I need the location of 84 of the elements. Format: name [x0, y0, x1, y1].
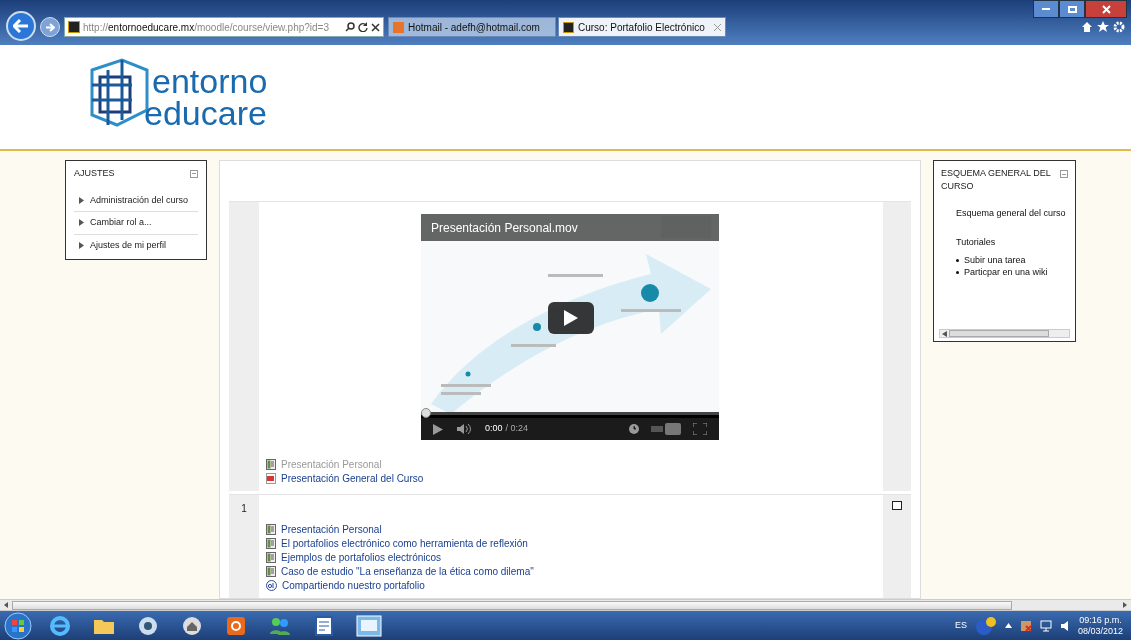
activity-link[interactable]: Compartiendo nuestro portafolio: [259, 578, 883, 592]
settings-item[interactable]: Ajustes de mi perfil: [74, 234, 198, 256]
site-logo[interactable]: entorno educare: [82, 54, 268, 140]
collapse-icon[interactable]: [1060, 170, 1068, 178]
scroll-left-icon[interactable]: [942, 330, 947, 337]
logo-text: entorno: [151, 64, 268, 97]
activity-link[interactable]: Presentación Personal: [259, 522, 883, 536]
logo-text: educare: [144, 97, 268, 130]
expand-icon[interactable]: [1004, 623, 1012, 628]
arrow-right-icon: [45, 22, 55, 32]
scroll-right-icon[interactable]: [1122, 602, 1128, 608]
outline-heading: Tutoriales: [955, 235, 997, 249]
clock[interactable]: 09:16 p.m. 08/03/2012: [1077, 614, 1123, 637]
page-icon: [266, 565, 276, 577]
expand-arrow-icon: [79, 219, 84, 227]
search-icon: [345, 22, 355, 32]
tab-icon: [393, 21, 404, 33]
settings-icon[interactable]: [1113, 21, 1125, 33]
close-icon: [1101, 4, 1111, 14]
refresh-icon: [358, 22, 368, 32]
play-button[interactable]: [548, 302, 594, 334]
address-bar[interactable]: http://entornoeducare.mx/moodle/course/view.php?id=3: [64, 17, 384, 37]
time-display: 0:00 / 0:24: [485, 422, 529, 436]
tab-icon: [563, 21, 574, 33]
outline-text[interactable]: Esquema general del curso: [934, 207, 1075, 221]
scroll-thumb[interactable]: [949, 330, 1049, 337]
presentation-icon[interactable]: [356, 613, 382, 638]
expand-arrow-icon: [79, 196, 84, 204]
url-text: http://entornoeducare.mx/moodle/course/view.php?id=3: [83, 20, 329, 35]
site-icon: [68, 21, 80, 33]
activity-link[interactable]: Ejemplos de portafolios electrónicos: [259, 550, 883, 564]
close-button[interactable]: [1085, 0, 1127, 18]
document-icon[interactable]: [312, 613, 336, 638]
speaker-icon[interactable]: [1059, 619, 1070, 632]
minimize-button[interactable]: [1033, 0, 1059, 18]
play-icon[interactable]: [433, 423, 443, 435]
activity-link[interactable]: El portafolios electrónico como herramienta de reflexión: [259, 536, 883, 550]
browser-tab[interactable]: Hotmail - adefh@hotmail.com: [388, 17, 556, 37]
play-icon: [564, 310, 578, 326]
activity-link[interactable]: Caso de estudio "La enseñanza de la ética como dilema": [259, 564, 883, 578]
volume-icon[interactable]: [457, 424, 471, 434]
forward-button[interactable]: [40, 17, 60, 37]
section-number: 1: [241, 502, 247, 516]
page-icon: [266, 537, 276, 549]
highlight-checkbox[interactable]: [892, 501, 902, 510]
time-text: 09:16 p.m.: [1079, 614, 1122, 626]
page-icon: [266, 551, 276, 563]
start-button[interactable]: [4, 611, 32, 640]
maximize-button[interactable]: [1059, 0, 1085, 18]
scroll-thumb[interactable]: [12, 600, 1012, 610]
close-icon[interactable]: [714, 23, 721, 31]
bullet-icon: [956, 270, 959, 274]
activity-link[interactable]: Presentación General del Curso: [259, 471, 883, 485]
outline-item[interactable]: Particpar en una wiki: [964, 266, 1048, 278]
browser-tab[interactable]: Curso: Portafolio Electrónico: [558, 17, 726, 37]
outline-item[interactable]: Subir una tarea: [964, 254, 1026, 266]
bullet-icon: [956, 258, 959, 262]
clock-icon[interactable]: [629, 424, 639, 434]
monitor-icon[interactable]: [1039, 619, 1052, 632]
expand-arrow-icon: [79, 241, 84, 249]
network-icon[interactable]: [1019, 619, 1032, 632]
video-logo-icon[interactable]: [651, 423, 681, 435]
fullscreen-icon[interactable]: [693, 423, 707, 435]
pdf-file-icon: [266, 472, 276, 484]
home-icon[interactable]: [1081, 21, 1093, 33]
settings-item[interactable]: Administración del curso: [74, 189, 198, 212]
collapse-icon[interactable]: [190, 169, 198, 178]
block-title: AJUSTES: [74, 167, 115, 180]
settings-item[interactable]: Cambiar rol a...: [74, 212, 198, 235]
wiki-icon: [266, 579, 277, 591]
close-icon: [371, 22, 380, 32]
scroll-left-icon[interactable]: [3, 602, 9, 608]
arrow-left-icon: [13, 19, 29, 33]
progress-track[interactable]: [421, 408, 719, 418]
page-icon: [266, 458, 276, 470]
star-icon[interactable]: [1097, 21, 1109, 33]
date-text: 08/03/2012: [1077, 625, 1123, 637]
horizontal-scrollbar[interactable]: [0, 599, 1131, 611]
block-title: ESQUEMA GENERAL DEL CURSO: [941, 167, 1051, 193]
browser-icon[interactable]: [48, 613, 72, 638]
horizontal-scrollbar[interactable]: [939, 329, 1070, 338]
language-indicator[interactable]: ES: [954, 618, 967, 633]
page-icon: [266, 523, 276, 535]
back-button[interactable]: [6, 11, 36, 41]
